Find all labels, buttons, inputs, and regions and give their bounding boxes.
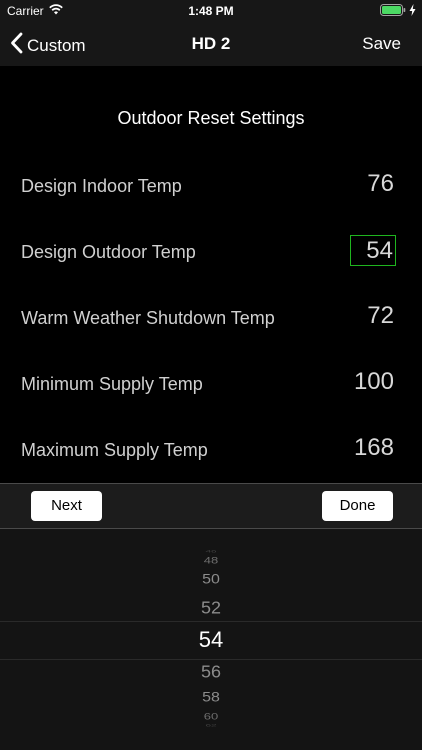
- keyboard-toolbar: Next Done: [0, 483, 422, 529]
- setting-row-minimum-supply-temp: Minimum Supply Temp 100: [21, 366, 396, 402]
- page-title: HD 2: [191, 34, 231, 53]
- status-time: 1:48 PM: [188, 4, 234, 18]
- picker-selection-line-top: [0, 621, 422, 622]
- next-button[interactable]: Next: [31, 491, 102, 521]
- setting-label: Maximum Supply Temp: [21, 440, 208, 460]
- setting-value-field[interactable]: 72: [365, 302, 396, 330]
- setting-label: Warm Weather Shutdown Temp: [21, 308, 275, 328]
- save-button[interactable]: Save: [362, 34, 401, 54]
- picker-item[interactable]: 58: [0, 690, 422, 705]
- status-right: [380, 4, 416, 19]
- navigation-bar: Custom HD 2 Save: [0, 22, 422, 66]
- status-bar: Carrier 1:48 PM: [0, 0, 422, 22]
- setting-label: Design Outdoor Temp: [21, 242, 196, 262]
- bolt-icon: [409, 4, 416, 19]
- picker-selection-line-bottom: [0, 659, 422, 660]
- setting-value-field[interactable]: 76: [365, 170, 396, 198]
- setting-label: Minimum Supply Temp: [21, 374, 203, 394]
- setting-value-field-active[interactable]: 54: [350, 235, 396, 266]
- setting-row-design-indoor-temp: Design Indoor Temp 76: [21, 168, 396, 204]
- picker-item[interactable]: 62: [0, 724, 422, 728]
- setting-value-field[interactable]: 168: [352, 434, 396, 462]
- picker-item[interactable]: 48: [0, 555, 422, 566]
- setting-label: Design Indoor Temp: [21, 176, 182, 196]
- done-button[interactable]: Done: [322, 491, 393, 521]
- setting-row-warm-weather-shutdown-temp: Warm Weather Shutdown Temp 72: [21, 300, 396, 336]
- section-title: Outdoor Reset Settings: [117, 108, 305, 128]
- picker-item[interactable]: 52: [0, 599, 422, 619]
- setting-row-maximum-supply-temp: Maximum Supply Temp 168: [21, 432, 396, 468]
- picker-item[interactable]: 60: [0, 711, 422, 722]
- setting-value-field[interactable]: 100: [352, 368, 396, 396]
- picker-item[interactable]: 56: [0, 663, 422, 683]
- picker-item-selected[interactable]: 54: [0, 627, 422, 653]
- battery-icon: [380, 4, 406, 19]
- picker-item[interactable]: 50: [0, 572, 422, 587]
- picker-item[interactable]: 46: [0, 550, 422, 554]
- setting-row-design-outdoor-temp: Design Outdoor Temp 54: [21, 234, 396, 270]
- number-picker[interactable]: 46 48 50 52 54 56 58 60 62: [0, 529, 422, 750]
